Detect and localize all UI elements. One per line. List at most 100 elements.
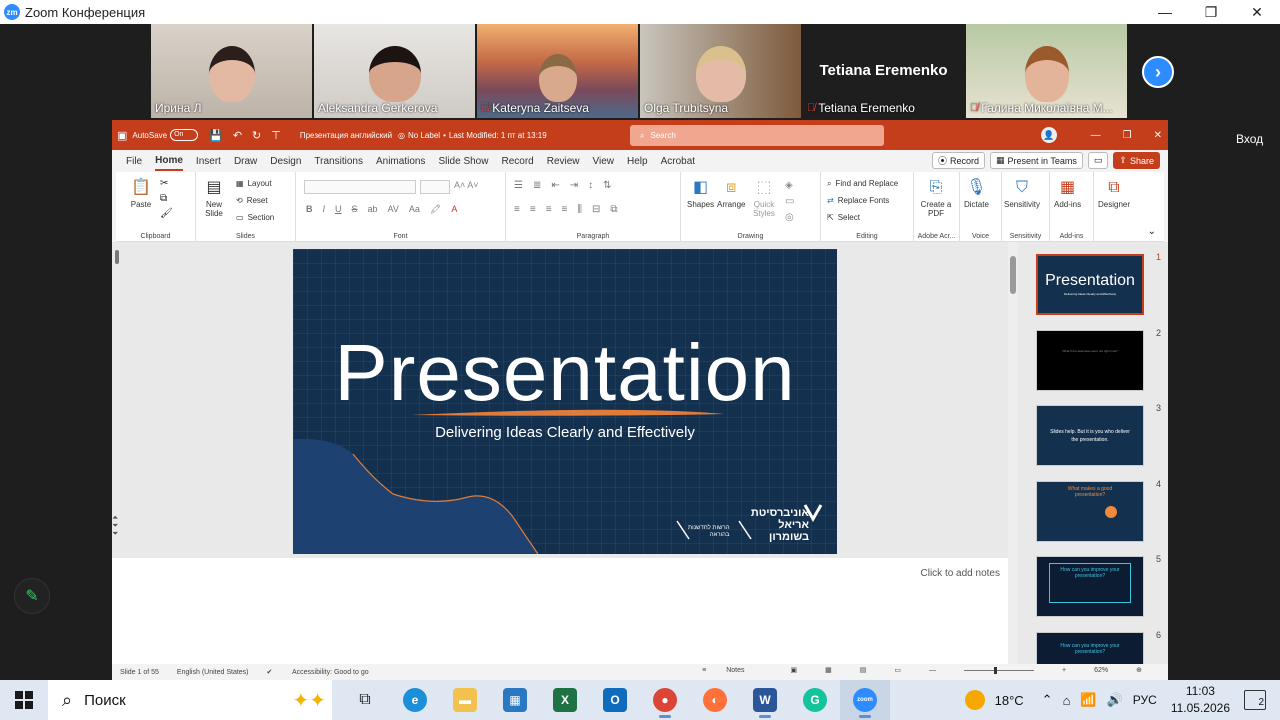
tab-transitions[interactable]: Transitions: [314, 153, 363, 170]
smartart-icon[interactable]: ⧉: [610, 204, 617, 215]
underline-icon[interactable]: U: [335, 204, 342, 215]
copy-icon[interactable]: ⧉: [160, 191, 173, 206]
participant-tile[interactable]: Ирина Л: [151, 24, 312, 118]
normal-view-icon[interactable]: ▣: [791, 666, 798, 674]
addins-button[interactable]: ▦ Add-ins: [1054, 176, 1081, 209]
tab-file[interactable]: File: [126, 153, 142, 170]
start-from-beginning-icon[interactable]: ⊤: [271, 129, 281, 142]
accessibility-status[interactable]: ✔ Accessibility: Good to go: [267, 668, 387, 676]
wifi-icon[interactable]: 📶: [1080, 692, 1096, 708]
participant-tile[interactable]: 🎙̸ Галина Миколаївна М...: [966, 24, 1127, 118]
tab-design[interactable]: Design: [270, 153, 301, 170]
thumbnail-slide-4[interactable]: What makes a good presentation?: [1036, 481, 1144, 542]
align-text-icon[interactable]: ⊟: [592, 204, 600, 215]
fit-slide-icon[interactable]: ⊕: [1136, 666, 1142, 674]
paste-button[interactable]: 📋 Paste: [130, 176, 152, 209]
reset-button[interactable]: ⟲ Reset: [236, 192, 274, 209]
redo-icon[interactable]: ↻: [252, 129, 261, 142]
outlook-button[interactable]: O: [590, 680, 640, 720]
participant-tile[interactable]: Tetiana Eremenko 🎙̸ Tetiana Eremenko: [803, 24, 964, 118]
change-case-icon[interactable]: Aa: [409, 204, 420, 215]
scroll-thumb[interactable]: [115, 250, 119, 264]
thumbnail-slide-5[interactable]: How can you improve your presentation?: [1036, 556, 1144, 617]
slideshow-view-icon[interactable]: ▭: [894, 666, 901, 674]
notification-center-button[interactable]: 2: [1244, 690, 1266, 710]
strikethrough-icon[interactable]: S: [352, 204, 358, 215]
tab-help[interactable]: Help: [627, 153, 648, 170]
slide-sorter-icon[interactable]: ▦: [825, 666, 832, 674]
word-button[interactable]: W: [740, 680, 790, 720]
volume-icon[interactable]: 🔊: [1107, 692, 1123, 708]
autosave-toggle[interactable]: On: [170, 129, 199, 141]
annotate-pen-button[interactable]: ✎: [14, 578, 50, 614]
vhod-label[interactable]: Вход: [1236, 132, 1263, 146]
tab-insert[interactable]: Insert: [196, 153, 221, 170]
zoom-in-icon[interactable]: +: [1062, 667, 1066, 674]
notes-toggle[interactable]: ≡ Notes: [702, 667, 762, 674]
reading-view-icon[interactable]: ▤: [860, 666, 867, 674]
tab-animations[interactable]: Animations: [376, 153, 425, 170]
dictate-button[interactable]: 🎙 Dictate: [964, 176, 989, 209]
restore-icon[interactable]: ❐: [1188, 0, 1234, 24]
thumbnail-slide-1[interactable]: Presentation Delivering Ideas Clearly an…: [1036, 254, 1144, 315]
char-spacing-icon[interactable]: AV: [388, 204, 399, 215]
create-pdf-button[interactable]: ⎘ Create a PDF: [920, 176, 952, 218]
thumbnail-slide-3[interactable]: Slides help. But it is you who deliver t…: [1036, 405, 1144, 466]
network-icon[interactable]: ⌂: [1063, 693, 1071, 708]
zoom-level[interactable]: 62%: [1094, 667, 1108, 674]
tab-draw[interactable]: Draw: [234, 153, 257, 170]
tab-slide-show[interactable]: Slide Show: [438, 153, 488, 170]
layout-button[interactable]: ▦ Layout: [236, 175, 274, 192]
undo-icon[interactable]: ↶: [233, 129, 242, 142]
shape-effects-icon[interactable]: ◎: [785, 210, 794, 226]
thumbnail-slide-2[interactable]: What if the attendees were not right now…: [1036, 330, 1144, 391]
restore-icon[interactable]: ❐: [1123, 130, 1132, 141]
excel-button[interactable]: X: [540, 680, 590, 720]
present-in-teams-button[interactable]: ▦ Present in Teams: [990, 152, 1083, 169]
document-title[interactable]: Презентация английский: [300, 131, 392, 140]
minimize-icon[interactable]: —: [1091, 130, 1101, 141]
quick-styles-button[interactable]: ⬚ Quick Styles: [751, 176, 777, 218]
left-scroll[interactable]: ⏶ ⏷ ⏷: [112, 242, 122, 558]
taskbar-search[interactable]: ⌕ Поиск ✦✦: [48, 680, 332, 720]
record-button[interactable]: ⦿ Record: [931, 152, 986, 169]
close-icon[interactable]: ✕: [1154, 130, 1162, 141]
shape-outline-icon[interactable]: ▭: [785, 194, 794, 210]
font-family-dropdown[interactable]: [304, 180, 416, 194]
designer-button[interactable]: ⧉ Designer: [1098, 176, 1130, 209]
highlight-icon[interactable]: 🖍: [430, 204, 441, 215]
zoom-taskbar-button[interactable]: zoom: [840, 680, 890, 720]
tab-acrobat[interactable]: Acrobat: [661, 153, 695, 170]
last-modified[interactable]: Last Modified: 1 пт at 13:19: [449, 131, 547, 140]
shape-fill-icon[interactable]: ◈: [785, 178, 794, 194]
slide-subtitle[interactable]: Delivering Ideas Clearly and Effectively: [293, 424, 837, 441]
account-avatar[interactable]: 👤: [1040, 127, 1057, 143]
next-participants-button[interactable]: ›: [1142, 56, 1174, 88]
share-button[interactable]: ⇪ Share: [1113, 152, 1160, 169]
shapes-button[interactable]: ◧ Shapes: [687, 176, 714, 209]
arrange-button[interactable]: ⧈ Arrange: [717, 176, 745, 209]
slide-title[interactable]: Presentation: [293, 327, 837, 419]
scroll-thumb[interactable]: [1010, 256, 1016, 294]
sensitivity-label[interactable]: No Label: [408, 131, 440, 140]
ppt-search-box[interactable]: ⌕ Search: [630, 125, 884, 146]
participant-tile[interactable]: 🎙̸ Kateryna Zaitseva: [477, 24, 638, 118]
new-slide-button[interactable]: ▤ New Slide: [202, 176, 226, 218]
cut-icon[interactable]: ✂: [160, 176, 173, 191]
weather-widget[interactable]: 18°C: [964, 690, 1024, 710]
font-size-tools-icon[interactable]: A˄ A˅: [454, 180, 479, 194]
zoom-out-icon[interactable]: —: [929, 667, 936, 674]
justify-icon[interactable]: ≡: [562, 204, 568, 215]
firefox-button[interactable]: ◐: [690, 680, 740, 720]
align-right-icon[interactable]: ≡: [546, 204, 552, 215]
participant-tile-active[interactable]: Aleksandra Gerkerova: [314, 24, 475, 118]
language-indicator[interactable]: РУС: [1133, 693, 1157, 707]
grammarly-button[interactable]: G: [790, 680, 840, 720]
font-size-dropdown[interactable]: [420, 180, 450, 194]
chrome-button[interactable]: ●: [640, 680, 690, 720]
participant-tile[interactable]: Olga Trubitsyna: [640, 24, 801, 118]
edge-button[interactable]: e: [390, 680, 440, 720]
section-button[interactable]: ▭ Section: [236, 209, 274, 226]
format-painter-icon[interactable]: 🖌: [160, 206, 173, 221]
ribbon-expand-icon[interactable]: ⌄: [1148, 226, 1156, 237]
